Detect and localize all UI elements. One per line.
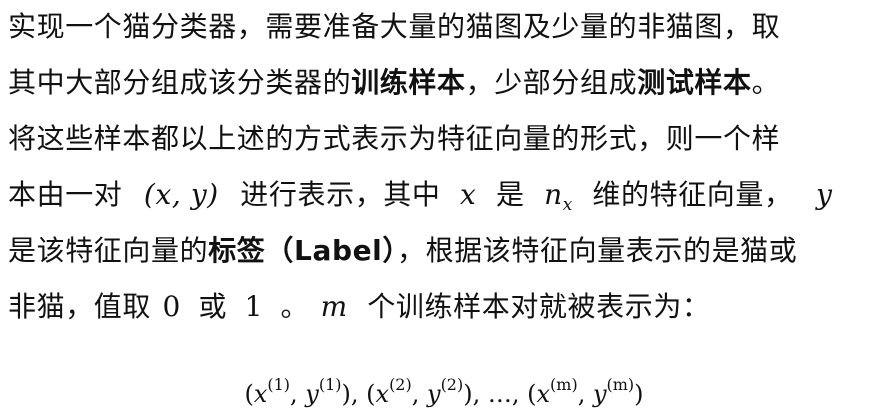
text-segment: 是该特征向量的 (8, 234, 209, 267)
math-zero: 0 (162, 290, 181, 323)
text-segment: 是 (495, 178, 525, 211)
term-label: 标签（Label） (208, 234, 397, 267)
formula-x: x (253, 380, 268, 408)
math-x: x (460, 178, 477, 211)
text-segment: 。 (280, 290, 310, 323)
training-set-formula: (x(1), y(1)), (x(2), y(2)), …, (x(m), y(… (244, 375, 644, 408)
formula-sup-1: (1) (318, 375, 342, 394)
paragraph-line-6: 非猫，值取 0 或 1 。 m 个训练样本对就被表示为： (8, 290, 711, 324)
formula-sup-m: (m) (550, 375, 578, 394)
term-training-samples: 训练样本 (351, 66, 466, 99)
text-segment: 本由一对 (8, 178, 123, 211)
formula-x: x (375, 380, 390, 408)
math-n: n (544, 178, 563, 211)
math-y: y (816, 178, 833, 211)
paragraph-line-1: 实现一个猫分类器，需要准备大量的猫图及少量的非猫图，取 (8, 10, 780, 44)
text-segment: 维的特征向量， (592, 178, 793, 211)
math-subscript-x: x (562, 195, 573, 215)
formula-y: y (427, 380, 441, 408)
term-test-samples: 测试样本 (637, 66, 752, 99)
text-segment: ，根据该特征向量表示的是猫或 (396, 234, 798, 267)
text-segment: 实现一个猫分类器，需要准备大量的猫图及少量的非猫图，取 (8, 10, 781, 43)
formula-sup-2: (2) (440, 375, 464, 394)
math-n-sub-x: nx (544, 178, 573, 215)
paragraph-line-3: 将这些样本都以上述的方式表示为特征向量的形式，则一个样 (8, 122, 780, 156)
text-segment: 进行表示，其中 (240, 178, 441, 211)
text-segment: ，少部分组成 (465, 66, 638, 99)
document-page: 实现一个猫分类器，需要准备大量的猫图及少量的非猫图，取 其中大部分组成该分类器的… (0, 0, 888, 410)
formula-y: y (305, 380, 319, 408)
math-m: m (320, 290, 348, 323)
math-one: 1 (244, 290, 264, 323)
math-pair-xy: (x, y) (143, 178, 219, 211)
paragraph-line-5: 是该特征向量的标签（Label），根据该特征向量表示的是猫或 (8, 234, 797, 268)
text-segment: 其中大部分组成该分类器的 (8, 66, 352, 99)
formula-x: x (536, 380, 551, 408)
text-segment: 。 (751, 66, 781, 99)
formula-sup-2: (2) (389, 375, 412, 394)
formula-ellipsis: … (487, 380, 512, 408)
paragraph-line-4: 本由一对 (x, y) 进行表示，其中 x 是 nx 维的特征向量， y (8, 178, 833, 222)
text-segment: 非猫，值取 (8, 290, 152, 323)
formula-y: y (592, 380, 607, 408)
paragraph-line-2: 其中大部分组成该分类器的训练样本，少部分组成测试样本。 (8, 66, 780, 100)
text-segment: 或 (198, 290, 228, 323)
text-segment: 个训练样本对就被表示为： (367, 290, 711, 323)
text-segment: 将这些样本都以上述的方式表示为特征向量的形式，则一个样 (8, 122, 781, 155)
formula-sup-m: (m) (606, 375, 635, 394)
formula-sup-1: (1) (267, 375, 291, 394)
